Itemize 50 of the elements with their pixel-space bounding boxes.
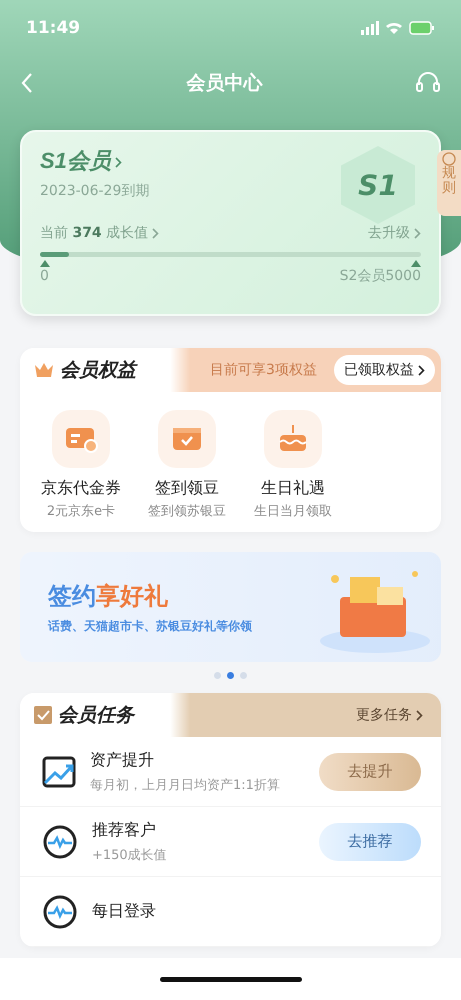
progress-end-label: S2会员5000 (340, 267, 421, 285)
upgrade-link[interactable]: 去升级 (368, 224, 421, 242)
crown-icon (34, 362, 54, 378)
rising-chart-icon (42, 754, 76, 788)
task-description: +150成长值 (92, 846, 168, 864)
battery-icon (409, 20, 435, 34)
task-action-button[interactable]: 去提升 (319, 752, 421, 790)
signal-icon (361, 20, 379, 34)
carousel-dot[interactable] (240, 672, 247, 679)
promo-banner[interactable]: 签约享好礼 话费、天猫超市卡、苏银豆好礼等你领 (20, 552, 441, 662)
question-circle-icon (442, 152, 456, 166)
voucher-card-icon (64, 425, 98, 453)
tasks-title: 会员任务 (58, 703, 136, 728)
chevron-right-icon (114, 156, 122, 168)
start-marker-icon (40, 260, 50, 267)
check-calendar-icon (172, 426, 202, 452)
rules-tab[interactable]: 规则 (437, 150, 461, 216)
carousel-dot[interactable] (227, 672, 234, 679)
benefits-summary: 目前可享3项权益 (210, 361, 318, 379)
back-button[interactable] (20, 72, 34, 94)
pulse-circle-icon (42, 824, 78, 860)
task-name: 每日登录 (92, 901, 157, 922)
member-level-link[interactable]: S1会员 (40, 146, 122, 176)
more-tasks-link[interactable]: 更多任务 (350, 705, 429, 725)
status-time: 11:49 (26, 18, 80, 38)
expiry-date: 2023-06-29到期 (40, 182, 150, 200)
level-badge: S1 (341, 146, 415, 224)
page-title: 会员中心 (186, 70, 262, 96)
progress-start-label: 0 (40, 268, 49, 284)
task-description: 每月初，上月月日均资产1:1折算 (90, 776, 281, 794)
task-name: 资产提升 (90, 750, 155, 770)
growth-value-link[interactable]: 当前 374 成长值 (40, 224, 160, 242)
banner-title: 签约享好礼 (48, 582, 168, 610)
benefits-title: 会员权益 (60, 358, 139, 383)
end-marker-icon (411, 260, 421, 267)
wifi-icon (386, 22, 402, 34)
task-action-button[interactable]: 去推荐 (319, 822, 421, 860)
task-name: 推荐客户 (92, 820, 157, 840)
banner-subtitle: 话费、天猫超市卡、苏银豆好礼等你领 (48, 618, 252, 634)
benefit-item[interactable]: 京东代金券 2元京东e卡 (28, 410, 134, 520)
chevron-right-icon (418, 364, 425, 376)
chevron-right-icon (416, 710, 423, 721)
checkbox-icon (34, 706, 52, 724)
benefit-item[interactable]: 生日礼遇 生日当月领取 (240, 410, 346, 520)
benefit-item[interactable]: 签到领豆 签到领苏银豆 (134, 410, 240, 520)
chevron-right-icon (152, 228, 160, 239)
pulse-circle-icon (42, 894, 78, 930)
carousel-dot[interactable] (214, 672, 221, 679)
chevron-right-icon (414, 228, 421, 239)
claimed-benefits-button[interactable]: 已领取权益 (334, 355, 435, 385)
